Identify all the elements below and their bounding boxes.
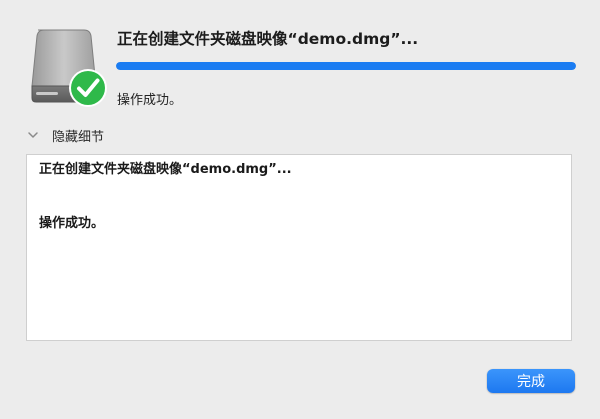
- progress-bar-fill: [116, 62, 576, 70]
- done-button[interactable]: 完成: [487, 369, 575, 393]
- progress-bar: [116, 62, 576, 70]
- dialog-title: 正在创建文件夹磁盘映像“demo.dmg”...: [117, 30, 419, 48]
- checkmark-badge-icon: [69, 69, 107, 107]
- hide-details-label: 隐藏细节: [52, 129, 105, 145]
- details-log[interactable]: 正在创建文件夹磁盘映像“demo.dmg”... 操作成功。: [26, 154, 572, 341]
- log-line: 操作成功。: [39, 216, 105, 231]
- log-line: 正在创建文件夹磁盘映像“demo.dmg”...: [39, 162, 292, 177]
- chevron-down-icon: [28, 132, 38, 138]
- hide-details-toggle[interactable]: 隐藏细节: [26, 126, 105, 145]
- disk-image-progress-dialog: 正在创建文件夹磁盘映像“demo.dmg”... 操作成功。 隐藏细节 正在创建…: [0, 0, 600, 419]
- status-text: 操作成功。: [117, 93, 183, 108]
- external-disk-icon: [31, 29, 107, 107]
